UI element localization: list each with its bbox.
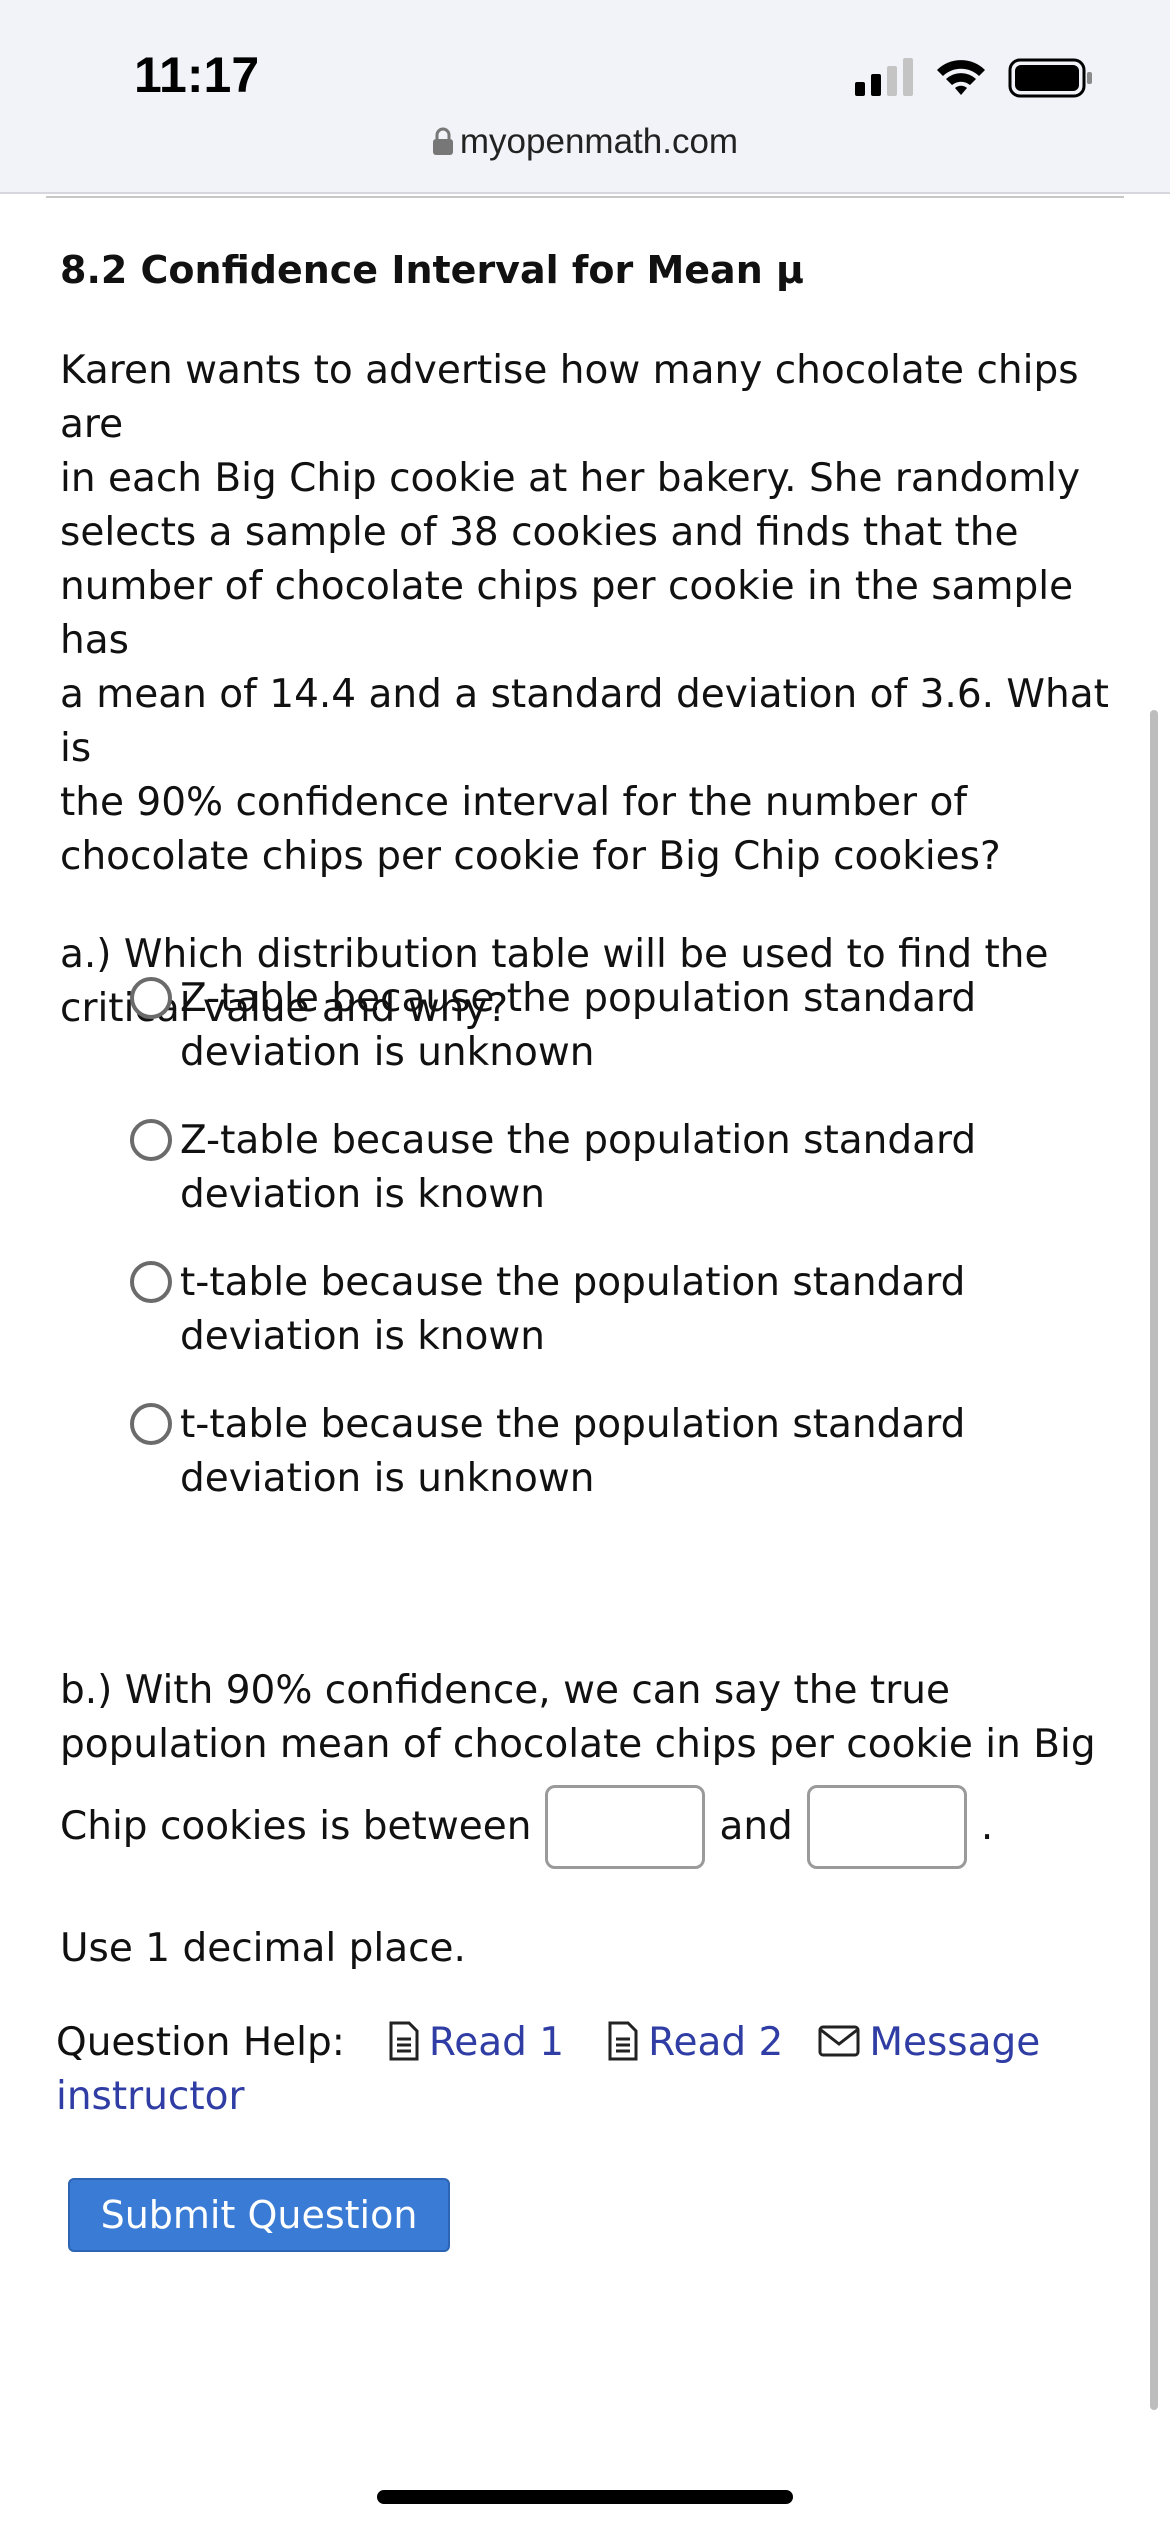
lock-icon [432,127,453,155]
and-label: and [719,1804,793,1849]
home-indicator[interactable] [377,2490,793,2504]
document-icon [389,2021,419,2061]
radio-button[interactable] [130,977,172,1019]
envelope-icon [818,2025,860,2057]
option-label: t-table because the population standard [180,1402,966,1447]
option-z-known[interactable]: Z-table because the population standard … [130,1114,1030,1222]
problem-line: Karen wants to advertise how many chocol… [60,348,1079,447]
problem-line: in each Big Chip cookie at her bakery. S… [60,456,1081,501]
option-label: deviation is known [180,1172,545,1217]
cellular-signal-icon [855,58,913,96]
read-1-link[interactable]: Read 1 [429,2020,564,2065]
problem-line: the 90% confidence interval for the numb… [60,780,968,825]
radio-button[interactable] [130,1261,172,1303]
option-label: Z-table because the population standard [180,976,977,1021]
status-time: 11:17 [134,47,260,103]
lower-bound-input[interactable] [545,1785,706,1869]
part-b-question: b.) With 90% confidence, we can say the … [60,1664,1120,1872]
message-link-text: instructor [56,2074,245,2119]
part-b-line: b.) With 90% confidence, we can say the … [60,1668,950,1713]
read-2-link[interactable]: Read 2 [648,2020,783,2065]
part-b-line: Chip cookies is between [60,1804,532,1849]
battery-icon [1008,58,1092,98]
option-label: deviation is unknown [180,1030,595,1075]
option-t-known[interactable]: t-table because the population standard … [130,1256,1030,1364]
url-text: myopenmath.com [459,122,739,161]
status-bar: 11:17 myopenmath.com [0,0,1170,194]
part-a-line: a.) Which distribution table will be use… [60,932,1049,977]
option-label: deviation is unknown [180,1456,595,1501]
part-b-line: population mean of chocolate chips per c… [60,1722,1096,1767]
problem-line: number of chocolate chips per cookie in … [60,564,1074,663]
page-title: 8.2 Confidence Interval for Mean μ [60,248,804,292]
problem-line: selects a sample of 38 cookies and finds… [60,510,1019,555]
message-link-text: Message [869,2020,1041,2065]
decimal-instruction: Use 1 decimal place. [60,1926,466,1971]
radio-button[interactable] [130,1403,172,1445]
document-icon [608,2021,638,2061]
problem-line: a mean of 14.4 and a standard deviation … [60,672,1109,771]
period: . [980,1804,994,1849]
question-help: Question Help: Read 1 Read 2 Message inst… [56,2016,1116,2124]
wifi-icon [937,60,985,95]
problem-line: chocolate chips per cookie for Big Chip … [60,834,1001,879]
submit-question-button[interactable]: Submit Question [68,2178,450,2252]
question-body: 8.2 Confidence Interval for Mean μ Karen… [60,240,1120,1036]
option-label: Z-table because the population standard [180,1118,977,1163]
scrollbar[interactable] [1150,710,1158,2410]
radio-button[interactable] [130,1119,172,1161]
divider [46,196,1124,198]
option-label: t-table because the population standard [180,1260,966,1305]
upper-bound-input[interactable] [806,1785,967,1869]
help-label: Question Help: [56,2020,345,2065]
answer-options: Z-table because the population standard … [130,972,1030,1540]
problem-text: Karen wants to advertise how many chocol… [60,344,1120,884]
option-t-unknown[interactable]: t-table because the population standard … [130,1398,1030,1506]
option-label: deviation is known [180,1314,545,1359]
address-bar[interactable]: myopenmath.com [0,122,1170,162]
option-z-unknown[interactable]: Z-table because the population standard … [130,972,1030,1080]
